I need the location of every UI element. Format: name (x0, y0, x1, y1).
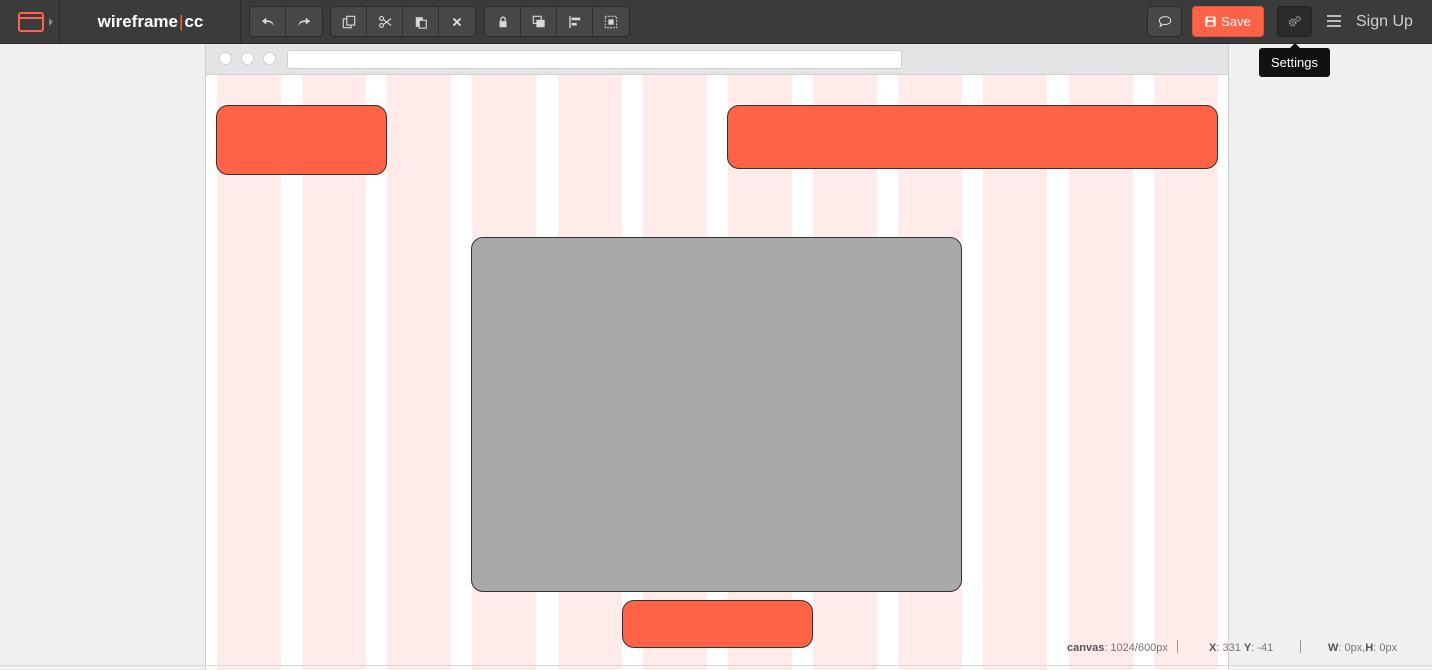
cut-icon (378, 15, 391, 28)
grid-column (387, 75, 451, 670)
status-divider (1177, 640, 1178, 653)
w-label: W (1328, 642, 1339, 654)
lock-button[interactable] (485, 7, 521, 36)
wireframe-canvas[interactable] (205, 44, 1229, 670)
cursor-position-readout: X: 331 Y: -41 (1209, 641, 1273, 655)
h-label: H (1365, 642, 1374, 654)
bottom-border (0, 665, 1432, 666)
window-dot (219, 52, 232, 65)
settings-tooltip: Settings (1259, 43, 1330, 77)
selection-size-readout: W: 0px, H: 0px (1328, 641, 1397, 655)
arrange-group (484, 6, 630, 37)
browser-chrome-bar (206, 44, 1228, 75)
bring-to-front-button[interactable] (521, 7, 557, 36)
status-divider (1300, 640, 1301, 653)
lock-icon (499, 16, 506, 27)
y-value: : -41 (1251, 642, 1274, 654)
logo-text-left: wireframe (97, 12, 178, 31)
settings-button[interactable] (1277, 6, 1312, 37)
undo-button[interactable] (250, 7, 286, 36)
app-logo: wireframe | cc (61, 0, 241, 44)
paste-icon (415, 16, 427, 29)
app-menu-button[interactable] (0, 0, 60, 44)
rectangle-shape[interactable] (216, 105, 387, 175)
y-label: Y (1243, 642, 1252, 654)
align-button[interactable] (557, 7, 593, 36)
history-group (249, 6, 323, 37)
edit-group (330, 6, 476, 37)
caret-right-icon (49, 18, 53, 26)
copy-icon (342, 15, 355, 28)
menu-icon[interactable] (1327, 14, 1341, 28)
canvas-size-value: : 1024/600px (1104, 642, 1168, 654)
cut-button[interactable] (367, 7, 403, 36)
gears-icon (1288, 15, 1302, 27)
paste-button[interactable] (403, 7, 439, 36)
logo-text-right: cc (184, 12, 204, 31)
top-toolbar: wireframe | cc Save Sign Up (0, 0, 1432, 44)
delete-button[interactable] (439, 7, 475, 36)
comment-button[interactable] (1147, 6, 1182, 37)
comment-icon (1158, 16, 1171, 28)
rectangle-shape[interactable] (727, 105, 1218, 169)
canvas-label: canvas (1067, 642, 1105, 654)
save-label: Save (1221, 14, 1251, 29)
copy-button[interactable] (331, 7, 367, 36)
w-value: : 0px, (1338, 642, 1366, 654)
align-icon (568, 15, 580, 28)
url-bar[interactable] (287, 50, 902, 69)
browser-window-icon (18, 12, 44, 32)
bring-to-front-icon (532, 15, 545, 27)
sign-up-link[interactable]: Sign Up (1356, 0, 1413, 44)
canvas-size-readout: canvas: 1024/600px (1067, 641, 1168, 655)
group-button[interactable] (593, 7, 629, 36)
group-icon (604, 15, 618, 28)
floppy-disk-icon (1205, 16, 1216, 27)
delete-icon (452, 17, 462, 26)
save-button[interactable]: Save (1192, 6, 1264, 37)
x-value: : 331 (1216, 642, 1241, 654)
redo-icon (297, 17, 311, 26)
window-dot (263, 52, 276, 65)
x-label: X (1209, 642, 1217, 654)
rectangle-shape[interactable] (622, 600, 813, 648)
redo-button[interactable] (286, 7, 322, 36)
image-placeholder-shape[interactable] (471, 237, 962, 592)
window-dot (241, 52, 254, 65)
undo-icon (261, 17, 274, 26)
h-value: : 0px (1373, 642, 1398, 654)
logo-separator: | (178, 12, 184, 31)
